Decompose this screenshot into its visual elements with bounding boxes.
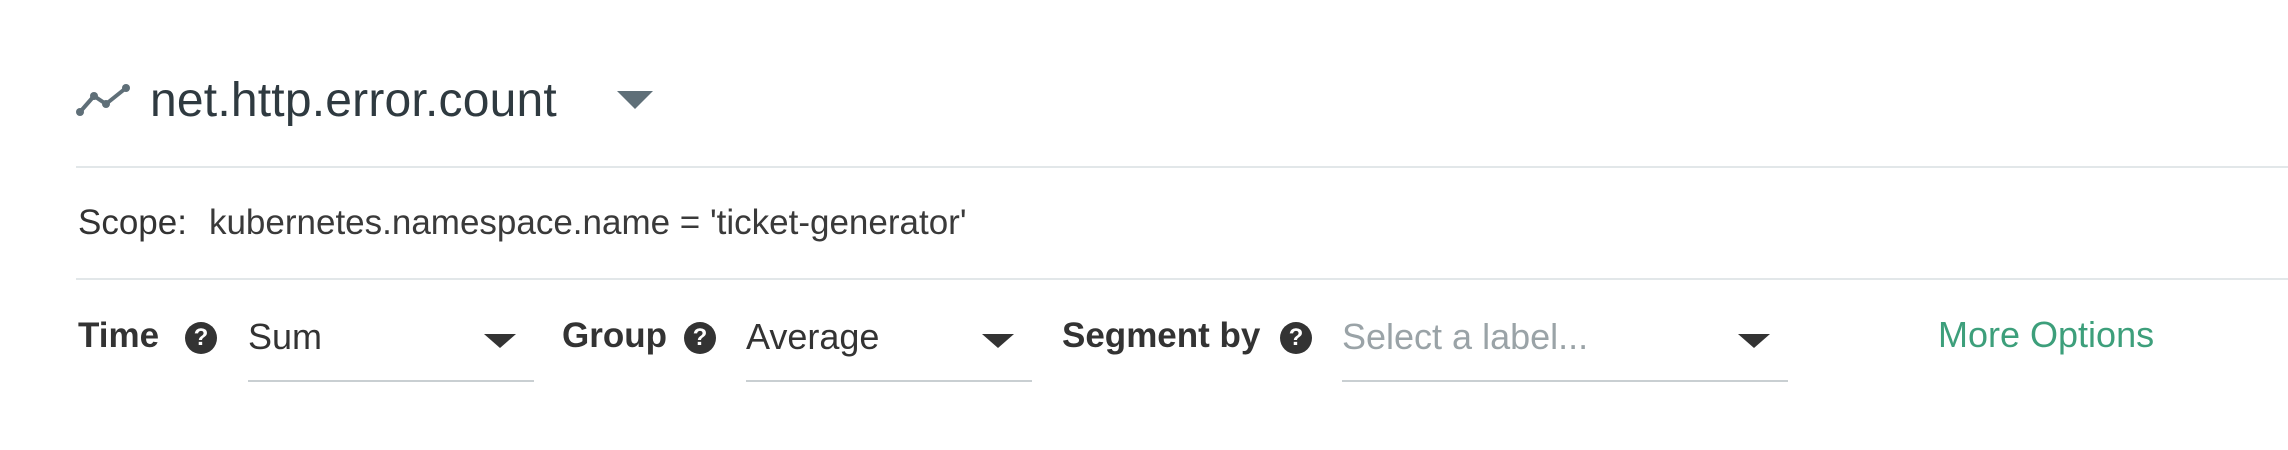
caret-down-icon xyxy=(982,334,1014,348)
help-icon[interactable]: ? xyxy=(684,322,716,354)
metric-dropdown-button[interactable] xyxy=(615,80,655,120)
scope-divider xyxy=(76,278,2288,280)
caret-down-icon xyxy=(616,91,653,109)
caret-down-icon xyxy=(1738,334,1770,348)
help-icon[interactable]: ? xyxy=(1280,322,1312,354)
metric-config-panel: net.http.error.count Scope: kubernetes.n… xyxy=(0,0,2288,450)
help-icon[interactable]: ? xyxy=(185,322,217,354)
scope-value[interactable]: kubernetes.namespace.name = 'ticket-gene… xyxy=(209,203,967,243)
time-label: Time xyxy=(78,316,160,355)
scope-label: Scope: xyxy=(78,203,187,242)
metric-title: net.http.error.count xyxy=(150,73,557,127)
group-aggregation-select[interactable]: Average xyxy=(746,300,1032,382)
time-aggregation-value: Sum xyxy=(248,316,323,357)
metric-header: net.http.error.count xyxy=(76,60,655,140)
segment-by-placeholder: Select a label... xyxy=(1342,316,1589,357)
time-aggregation-select[interactable]: Sum xyxy=(248,300,534,382)
caret-down-icon xyxy=(484,334,516,348)
line-chart-icon xyxy=(76,80,132,120)
more-options-link[interactable]: More Options xyxy=(1938,314,2154,356)
scope-row[interactable]: Scope: kubernetes.namespace.name = 'tick… xyxy=(78,196,967,250)
segment-by-label: Segment by xyxy=(1062,316,1261,355)
group-aggregation-value: Average xyxy=(746,316,880,357)
group-label: Group xyxy=(562,316,667,355)
header-divider xyxy=(76,166,2288,168)
segment-by-select[interactable]: Select a label... xyxy=(1342,300,1788,382)
aggregation-options-row: Time ? Sum Group ? Average Segment by ? … xyxy=(78,300,2288,390)
